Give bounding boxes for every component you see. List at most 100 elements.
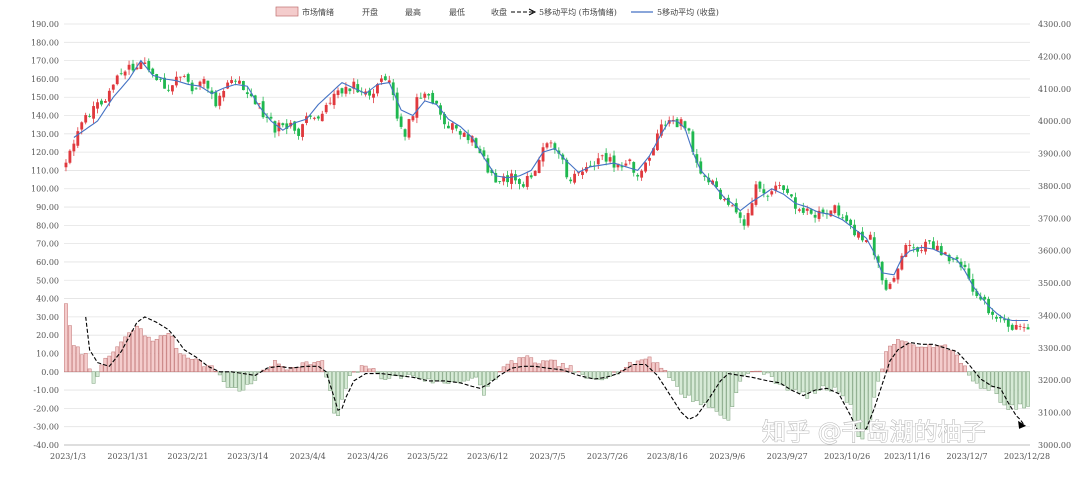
sentiment-bar — [817, 371, 821, 391]
sentiment-bar — [277, 363, 281, 373]
sentiment-bar — [679, 371, 683, 395]
sentiment-bar — [119, 341, 124, 373]
candle-body — [415, 97, 419, 118]
sentiment-bar — [612, 371, 616, 373]
candle-body — [84, 115, 88, 123]
candle-body — [356, 84, 360, 93]
sentiment-bar — [351, 371, 356, 373]
candle-body — [600, 155, 604, 157]
sentiment-bar — [683, 371, 687, 398]
candle-body — [608, 157, 612, 162]
sentiment-bar — [592, 371, 597, 380]
sentiment-bar — [691, 371, 695, 402]
left-tick-label: 60.00 — [36, 258, 59, 267]
candle-body — [632, 162, 636, 173]
right-tick-label: 3000.00 — [1038, 441, 1071, 450]
sentiment-bar — [478, 371, 482, 386]
candle-body — [754, 184, 758, 205]
sentiment-bar — [115, 346, 120, 373]
candle-body — [506, 175, 509, 183]
candle-body — [238, 80, 241, 84]
sentiment-bar — [825, 371, 829, 391]
candle-body — [525, 176, 529, 187]
left-tick-label: 20.00 — [36, 331, 59, 340]
sentiment-bar — [202, 366, 206, 373]
candle-body — [336, 90, 340, 95]
candle-body — [214, 92, 218, 107]
sentiment-bar — [947, 350, 952, 373]
sentiment-bar — [162, 335, 167, 373]
sentiment-bar — [229, 371, 234, 388]
sentiment-bar — [529, 357, 534, 373]
x-tick-label: 2023/4/4 — [290, 452, 326, 461]
candle-body — [805, 208, 809, 211]
sentiment-bar — [158, 335, 163, 373]
candle-body — [395, 92, 399, 119]
sentiment-bar — [959, 362, 963, 373]
sentiment-bar — [509, 360, 514, 373]
x-tick-label: 2023/12/28 — [1004, 452, 1050, 461]
candle-body — [841, 217, 845, 219]
sentiment-bar — [829, 371, 833, 392]
right-tick-label: 3800.00 — [1038, 182, 1071, 191]
sentiment-bar — [347, 371, 352, 376]
candle-body — [312, 117, 316, 119]
sentiment-bar — [426, 371, 431, 380]
sentiment-bar — [765, 371, 770, 374]
sentiment-bar — [939, 345, 944, 373]
sentiment-bar — [722, 371, 727, 419]
sentiment-bar — [493, 371, 498, 380]
x-tick-label: 2023/8/16 — [647, 452, 688, 461]
sentiment-bar — [142, 335, 147, 373]
candle-body — [809, 209, 813, 214]
sentiment-bar — [466, 371, 471, 381]
sentiment-bar — [83, 353, 88, 373]
sentiment-bar — [139, 328, 143, 373]
candle-body — [332, 93, 336, 106]
sentiment-bar — [726, 371, 731, 421]
candle-body — [340, 88, 344, 94]
candle-body — [447, 125, 450, 129]
candle-body — [348, 88, 352, 92]
sentiment-bar — [127, 332, 131, 373]
candle-body — [171, 85, 174, 92]
candle-body — [123, 71, 127, 76]
candle-body — [423, 93, 427, 98]
x-tick-label: 2023/4/26 — [347, 452, 388, 461]
candle-body — [234, 80, 237, 82]
legend-label-sentiment: 市场情绪 — [302, 7, 334, 17]
sentiment-bar — [706, 371, 711, 408]
sentiment-bar — [525, 355, 530, 373]
sentiment-bar — [840, 371, 845, 397]
sentiment-bar — [970, 371, 975, 382]
right-tick-label: 3700.00 — [1038, 214, 1071, 223]
candle-body — [849, 219, 853, 225]
candle-body — [778, 185, 782, 186]
candle-body — [884, 279, 888, 290]
candle-body — [920, 250, 923, 252]
candle-body — [766, 195, 770, 197]
sentiment-bar — [1010, 371, 1015, 406]
candle-body — [454, 125, 458, 129]
sentiment-bar — [174, 347, 179, 373]
sentiment-bar — [931, 347, 936, 373]
candle-body — [92, 106, 95, 119]
candle-body — [100, 100, 103, 105]
sentiment-bar — [198, 360, 202, 373]
sentiment-bar — [718, 371, 723, 416]
sentiment-bar — [438, 371, 443, 382]
x-tick-label: 2023/6/12 — [467, 452, 508, 461]
sentiment-bar — [797, 371, 802, 394]
candle-body — [514, 174, 517, 181]
candle-body — [1010, 324, 1014, 330]
watermark-text: 知乎 @千岛湖的柚子 — [762, 418, 986, 446]
sentiment-bar — [344, 371, 348, 389]
sentiment-bar — [249, 371, 254, 385]
candle-body — [1014, 324, 1018, 330]
sentiment-bar — [497, 371, 502, 373]
sentiment-bar — [135, 325, 139, 373]
sentiment-bar — [742, 371, 747, 376]
candle-body — [222, 90, 226, 98]
candle-body — [1018, 325, 1022, 327]
sentiment-bar — [809, 371, 814, 392]
